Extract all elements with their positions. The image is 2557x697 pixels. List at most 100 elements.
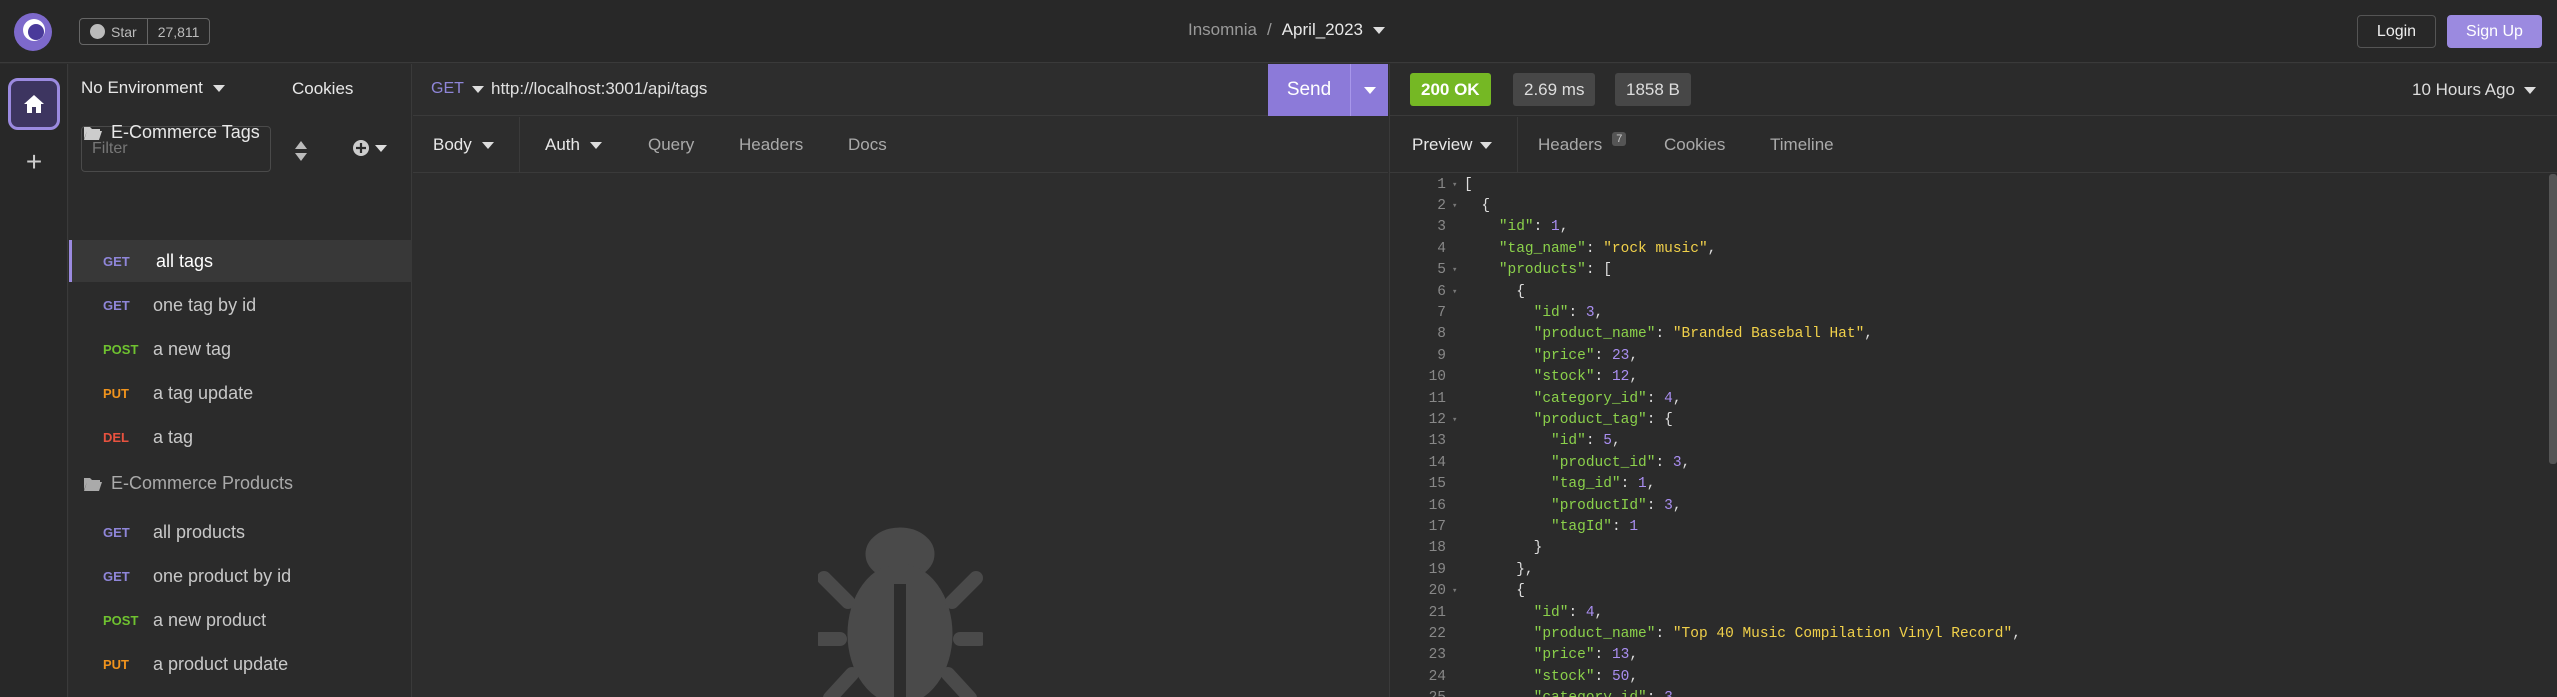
- folder-ecommerce-products[interactable]: E-Commerce Products: [83, 473, 293, 494]
- line-number: 2: [1437, 198, 1446, 215]
- code-text: }: [1533, 540, 1543, 557]
- request-name: all products: [153, 521, 246, 542]
- code-text: {: [1516, 283, 1525, 300]
- breadcrumb-root[interactable]: Insomnia: [1188, 20, 1257, 40]
- code-line: 9 "price": 23,: [1390, 345, 1638, 366]
- scrollbar[interactable]: [2549, 174, 2557, 464]
- method-badge: GET: [103, 524, 130, 540]
- line-number: 17: [1428, 519, 1446, 536]
- tab-body[interactable]: Body: [413, 117, 520, 173]
- signup-button[interactable]: Sign Up: [2447, 15, 2542, 48]
- code-text: "id": 1,: [1498, 219, 1569, 236]
- folder-ecommerce-tags[interactable]: E-Commerce Tags: [83, 122, 260, 143]
- response-status-bar: 200 OK 2.69 ms 1858 B 10 Hours Ago: [1390, 64, 2557, 116]
- tab-docs[interactable]: Docs: [848, 117, 887, 173]
- login-button[interactable]: Login: [2357, 15, 2436, 48]
- tab-label: Auth: [545, 135, 580, 154]
- environment-select[interactable]: No Environment: [81, 78, 225, 98]
- response-when: 10 Hours Ago: [2411, 80, 2515, 99]
- request-item[interactable]: PUT a tag update: [69, 372, 412, 414]
- response-history-select[interactable]: 10 Hours Ago: [2412, 80, 2536, 100]
- request-item[interactable]: POST a new product: [69, 599, 412, 641]
- folder-label: E-Commerce Tags: [111, 122, 260, 142]
- code-line: 14 "product_id": 3,: [1390, 452, 1691, 473]
- response-body-viewer[interactable]: 1 ▾[2 ▾ {3 "id": 1, 4 "tag_name": "rock mus…: [1390, 174, 2540, 697]
- code-line: 24 "stock": 50,: [1390, 666, 1638, 687]
- add-request-button[interactable]: [352, 139, 387, 157]
- code-line: 17 "tagId": 1: [1390, 516, 1638, 537]
- request-name: a new product: [153, 609, 267, 630]
- method-badge: POST: [103, 612, 139, 628]
- star-count: 27,811: [157, 23, 200, 40]
- tab-preview[interactable]: Preview: [1390, 117, 1518, 173]
- code-line: 2 ▾ {: [1390, 195, 1490, 216]
- line-number: 7: [1437, 305, 1446, 322]
- fold-chevron-icon[interactable]: ▾: [1446, 287, 1464, 297]
- chevron-down-icon: [481, 141, 494, 149]
- code-text: "id": 3,: [1533, 305, 1604, 322]
- request-item[interactable]: DEL a tag: [69, 416, 412, 458]
- tab-headers[interactable]: Headers: [739, 117, 803, 173]
- code-line: 4 "tag_name": "rock music",: [1390, 238, 1716, 259]
- home-button[interactable]: [8, 78, 60, 130]
- send-options-button[interactable]: [1350, 64, 1388, 116]
- chevron-down-icon[interactable]: [1373, 26, 1385, 34]
- sidebar: No Environment Cookies E-Commerce Tags G…: [69, 64, 412, 697]
- send-label: Send: [1286, 79, 1332, 100]
- plus-icon[interactable]: +: [20, 148, 48, 176]
- line-number: 16: [1428, 497, 1446, 514]
- insomnia-logo-icon[interactable]: [14, 13, 52, 51]
- bug-icon: [818, 527, 983, 697]
- tab-response-cookies[interactable]: Cookies: [1664, 117, 1725, 173]
- tab-query[interactable]: Query: [648, 117, 694, 173]
- request-item[interactable]: GET all products: [69, 511, 412, 553]
- response-time: 2.69 ms: [1513, 73, 1596, 106]
- request-item[interactable]: GET one tag by id: [69, 284, 412, 326]
- request-item[interactable]: GET all tags: [69, 240, 412, 282]
- code-line: 21 "id": 4,: [1390, 602, 1604, 623]
- folder-open-icon: [84, 126, 102, 140]
- fold-chevron-icon[interactable]: ▾: [1446, 415, 1464, 425]
- tab-label: Docs: [848, 135, 887, 154]
- code-text: },: [1516, 561, 1534, 578]
- code-line: 13 "id": 5,: [1390, 431, 1621, 452]
- request-name: one tag by id: [153, 294, 257, 315]
- request-item[interactable]: PUT a product update: [69, 643, 412, 685]
- request-item[interactable]: GET one product by id: [69, 555, 412, 597]
- fold-chevron-icon[interactable]: ▾: [1446, 586, 1464, 596]
- line-number: 13: [1428, 433, 1446, 450]
- left-rail: +: [0, 64, 68, 697]
- line-number: 4: [1437, 240, 1446, 257]
- tab-auth[interactable]: Auth: [545, 117, 602, 173]
- tab-response-headers[interactable]: Headers 7: [1538, 117, 1627, 173]
- line-number: 9: [1437, 347, 1446, 364]
- line-number: 3: [1437, 219, 1446, 236]
- code-line: 3 "id": 1,: [1390, 217, 1568, 238]
- code-line: 18 }: [1390, 538, 1543, 559]
- line-number: 1: [1437, 176, 1446, 193]
- github-icon: [90, 24, 105, 39]
- code-text: "product_name": "Top 40 Music Compilatio…: [1533, 626, 2021, 643]
- line-number: 14: [1428, 454, 1446, 471]
- breadcrumb-project[interactable]: April_2023: [1282, 20, 1363, 40]
- code-line: 23 "price": 13,: [1390, 645, 1638, 666]
- method-badge: DEL: [103, 429, 129, 445]
- top-bar: Star 27,811 Insomnia / April_2023 Login …: [0, 0, 2557, 63]
- tab-timeline[interactable]: Timeline: [1770, 117, 1834, 173]
- github-star-button[interactable]: Star 27,811: [79, 18, 211, 45]
- cookies-button[interactable]: Cookies: [292, 79, 353, 99]
- send-button[interactable]: Send: [1268, 64, 1388, 116]
- method-select[interactable]: GET: [431, 80, 484, 98]
- tab-label: Headers: [1538, 135, 1603, 154]
- request-pane: GET http://localhost:3001/api/tags Send …: [413, 64, 1388, 697]
- sort-icon[interactable]: [293, 139, 309, 163]
- url-input[interactable]: http://localhost:3001/api/tags: [491, 79, 707, 99]
- code-text: "price": 13,: [1533, 647, 1639, 664]
- tab-label: Preview: [1412, 135, 1473, 154]
- request-item[interactable]: POST a new tag: [69, 328, 412, 370]
- code-text: "stock": 12,: [1533, 369, 1639, 386]
- fold-chevron-icon[interactable]: ▾: [1446, 265, 1464, 275]
- code-line: 8 "product_name": "Branded Baseball Hat"…: [1390, 324, 1873, 345]
- fold-chevron-icon[interactable]: ▾: [1446, 180, 1464, 190]
- fold-chevron-icon[interactable]: ▾: [1446, 201, 1464, 211]
